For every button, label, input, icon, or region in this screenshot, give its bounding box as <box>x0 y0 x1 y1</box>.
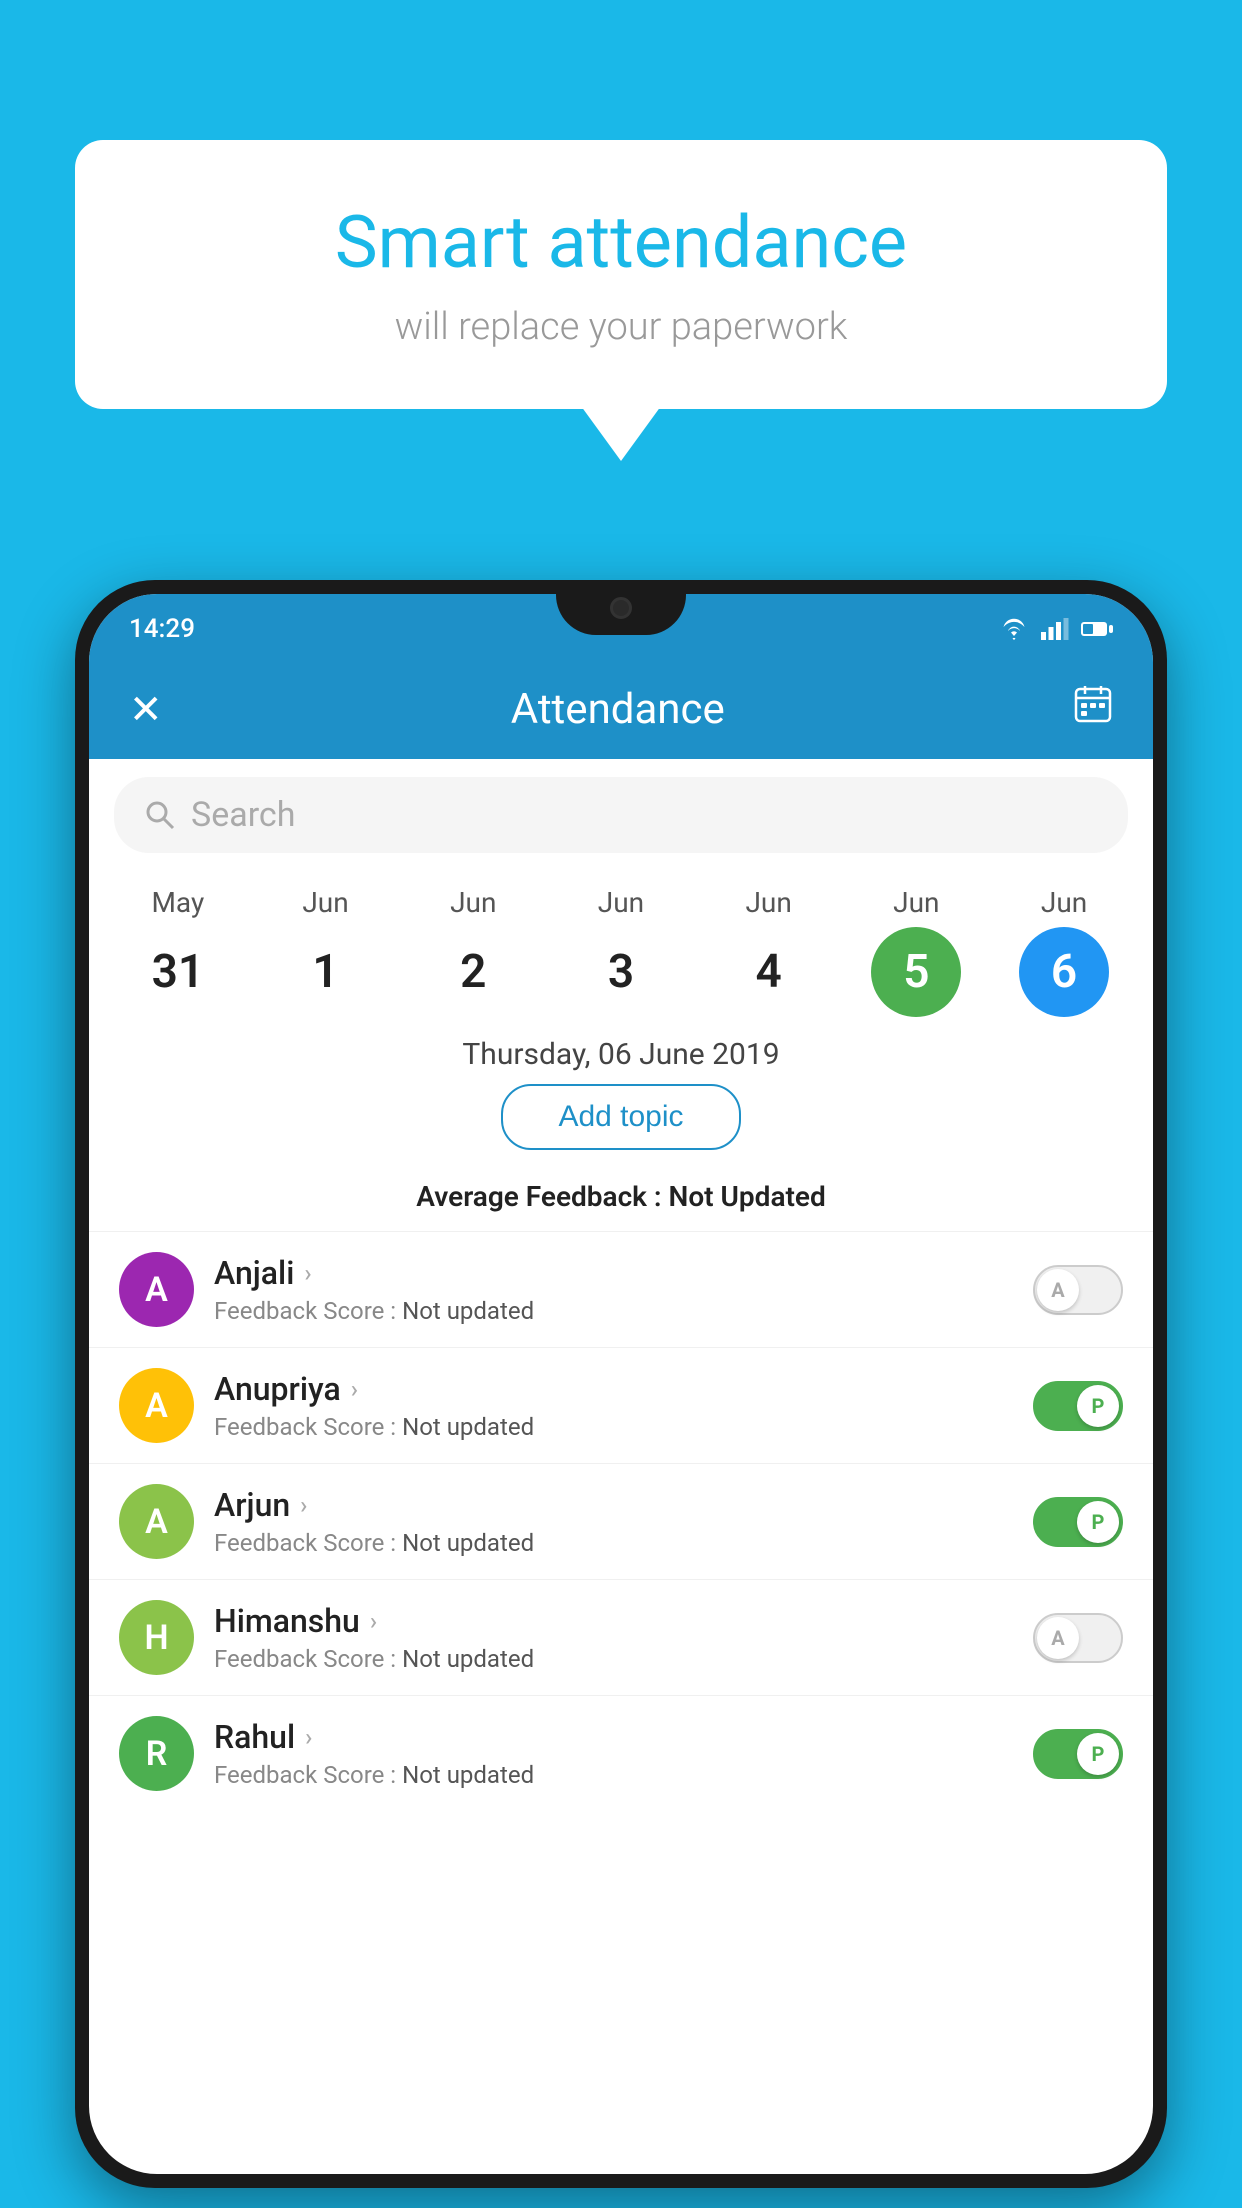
wifi-icon <box>999 618 1029 640</box>
bubble-title: Smart attendance <box>155 200 1087 285</box>
cal-month-label: Jun <box>598 886 644 919</box>
cal-date-label: 4 <box>724 927 814 1017</box>
student-info: Rahul › Feedback Score : Not updated <box>214 1718 1013 1789</box>
cal-date-label: 1 <box>281 927 371 1017</box>
avg-feedback-label: Average Feedback : <box>416 1180 668 1213</box>
avg-feedback: Average Feedback : Not Updated <box>89 1180 1153 1213</box>
student-list: AAnjali ›Feedback Score : Not updatedAAA… <box>89 1231 1153 2174</box>
attendance-toggle[interactable]: P <box>1033 1497 1123 1547</box>
calendar-button[interactable] <box>1073 684 1113 734</box>
status-icons <box>999 618 1113 640</box>
student-item: A Anjali › Feedback Score : Not updated A <box>89 1231 1153 1347</box>
attendance-toggle[interactable]: P <box>1033 1729 1123 1779</box>
student-avatar: H <box>119 1600 194 1675</box>
status-time: 14:29 <box>129 614 195 644</box>
student-name[interactable]: Anjali › <box>214 1254 1013 1292</box>
cal-date-label: 3 <box>576 927 666 1017</box>
attendance-toggle[interactable]: A <box>1033 1613 1123 1663</box>
student-feedback: Feedback Score : Not updated <box>214 1529 1013 1557</box>
student-info: Anupriya › Feedback Score : Not updated <box>214 1370 1013 1441</box>
phone-frame: 14:29 <box>75 580 1167 2188</box>
student-feedback: Feedback Score : Not updated <box>214 1645 1013 1673</box>
close-button[interactable]: ✕ <box>129 686 163 733</box>
student-avatar: R <box>119 1716 194 1791</box>
student-name[interactable]: Arjun › <box>214 1486 1013 1524</box>
cal-month-label: May <box>151 886 204 919</box>
student-item: A Anupriya › Feedback Score : Not updated P <box>89 1347 1153 1463</box>
add-topic-button[interactable]: Add topic <box>501 1084 740 1150</box>
student-name[interactable]: Anupriya › <box>214 1370 1013 1408</box>
phone-screen: 14:29 <box>89 594 1153 2174</box>
student-feedback: Feedback Score : Not updated <box>214 1413 1013 1441</box>
cal-date-label: 5 <box>871 927 961 1017</box>
student-avatar: A <box>119 1368 194 1443</box>
calendar-row: May 31 Jun 1 Jun 2 Jun 3 Jun 4 Jun 5 Jun 6 <box>89 871 1153 1017</box>
student-item: H Himanshu › Feedback Score : Not updated A <box>89 1579 1153 1695</box>
student-name[interactable]: Himanshu › <box>214 1602 1013 1640</box>
cal-date-label: 6 <box>1019 927 1109 1017</box>
cal-month-label: Jun <box>745 886 791 919</box>
signal-icon <box>1041 618 1069 640</box>
calendar-day[interactable]: Jun 5 <box>861 886 971 1017</box>
cal-month-label: Jun <box>893 886 939 919</box>
student-info: Anjali › Feedback Score : Not updated <box>214 1254 1013 1325</box>
calendar-icon <box>1073 684 1113 724</box>
student-avatar: A <box>119 1484 194 1559</box>
cal-month-label: Jun <box>302 886 348 919</box>
calendar-day[interactable]: Jun 6 <box>1009 886 1119 1017</box>
student-feedback: Feedback Score : Not updated <box>214 1761 1013 1789</box>
phone-container: 14:29 <box>75 580 1167 2188</box>
app-title: Attendance <box>511 685 725 734</box>
student-item: R Rahul › Feedback Score : Not updated P <box>89 1695 1153 1811</box>
student-feedback: Feedback Score : Not updated <box>214 1297 1013 1325</box>
search-icon <box>144 799 176 831</box>
calendar-day[interactable]: May 31 <box>123 886 233 1017</box>
search-bar[interactable]: Search <box>114 777 1128 853</box>
student-avatar: A <box>119 1252 194 1327</box>
speech-bubble: Smart attendance will replace your paper… <box>75 140 1167 409</box>
calendar-day[interactable]: Jun 2 <box>418 886 528 1017</box>
speech-bubble-container: Smart attendance will replace your paper… <box>75 140 1167 409</box>
calendar-day[interactable]: Jun 4 <box>714 886 824 1017</box>
bubble-subtitle: will replace your paperwork <box>155 305 1087 349</box>
cal-date-label: 2 <box>428 927 518 1017</box>
add-topic-container: Add topic <box>89 1084 1153 1168</box>
cal-date-label: 31 <box>133 927 223 1017</box>
notch <box>556 580 686 635</box>
cal-month-label: Jun <box>450 886 496 919</box>
search-placeholder: Search <box>191 795 295 835</box>
attendance-toggle[interactable]: A <box>1033 1265 1123 1315</box>
avg-feedback-value: Not Updated <box>669 1180 826 1213</box>
student-name[interactable]: Rahul › <box>214 1718 1013 1756</box>
app-header: ✕ Attendance <box>89 659 1153 759</box>
notch-camera <box>610 597 632 619</box>
battery-icon <box>1081 620 1113 638</box>
selected-date: Thursday, 06 June 2019 <box>89 1017 1153 1084</box>
cal-month-label: Jun <box>1041 886 1087 919</box>
calendar-day[interactable]: Jun 3 <box>566 886 676 1017</box>
student-info: Arjun › Feedback Score : Not updated <box>214 1486 1013 1557</box>
attendance-toggle[interactable]: P <box>1033 1381 1123 1431</box>
student-info: Himanshu › Feedback Score : Not updated <box>214 1602 1013 1673</box>
student-item: A Arjun › Feedback Score : Not updated P <box>89 1463 1153 1579</box>
calendar-day[interactable]: Jun 1 <box>271 886 381 1017</box>
